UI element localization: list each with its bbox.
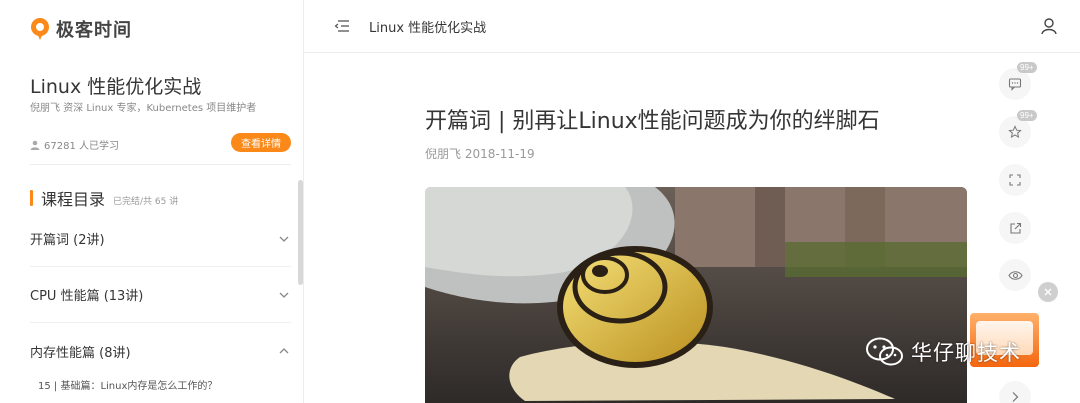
preview-button[interactable] xyxy=(999,259,1031,291)
favorite-button[interactable]: 99+ xyxy=(999,110,1037,148)
toc-status: 已完结/共 65 讲 xyxy=(113,196,179,207)
sidebar-scrollbar[interactable] xyxy=(298,180,303,285)
learner-count-text: 67281 人已学习 xyxy=(44,141,119,152)
chevron-down-icon xyxy=(279,236,289,242)
topbar-title: Linux 性能优化实战 xyxy=(369,21,487,36)
view-details-button[interactable]: 查看详情 xyxy=(231,133,291,152)
app-window: 极客时间 Linux 性能优化实战 倪朋飞 资深 Linux 专家，Kubern… xyxy=(0,0,1080,403)
divider xyxy=(30,164,291,165)
toc-title: 课程目录 xyxy=(41,190,106,209)
fullscreen-button[interactable] xyxy=(999,164,1031,196)
chevron-right-icon xyxy=(1012,392,1019,402)
article-title: 开篇词 | 别再让Linux性能问题成为你的绊脚石 xyxy=(425,109,880,134)
chevron-down-icon xyxy=(279,292,289,298)
collapse-menu-icon[interactable] xyxy=(334,18,350,34)
next-button[interactable] xyxy=(999,381,1031,403)
share-button[interactable] xyxy=(999,212,1031,244)
snail-photo xyxy=(425,187,967,403)
toc-section-memory[interactable]: 内存性能篇 (8讲) xyxy=(30,323,291,379)
wechat-watermark: 华仔聊技术 xyxy=(865,337,1021,367)
course-title: Linux 性能优化实战 xyxy=(30,76,202,98)
toc-section-opening[interactable]: 开篇词 (2讲) xyxy=(30,211,291,267)
comment-count-badge: 99+ xyxy=(1017,62,1037,73)
article-meta: 倪朋飞 2018-11-19 xyxy=(425,145,535,162)
wechat-icon xyxy=(866,337,903,366)
topbar: Linux 性能优化实战 xyxy=(304,0,1080,53)
watermark-text: 华仔聊技术 xyxy=(911,341,1021,365)
lesson-item[interactable]: 15 | 基础篇：Linux内存是怎么工作的？ xyxy=(38,380,268,394)
share-icon xyxy=(1009,222,1021,234)
toc-header: 课程目录 已完结/共 65 讲 xyxy=(30,186,178,210)
learner-count: 67281 人已学习 xyxy=(30,137,119,152)
user-icon[interactable] xyxy=(1040,17,1058,35)
star-icon xyxy=(1008,125,1022,139)
favorite-count-badge: 99+ xyxy=(1017,110,1037,121)
close-promo-button[interactable] xyxy=(1038,282,1058,302)
logo-icon xyxy=(31,18,49,40)
comment-icon xyxy=(1008,78,1022,91)
article-date: 2018-11-19 xyxy=(464,147,535,161)
comment-button[interactable]: 99+ xyxy=(999,62,1037,100)
chevron-up-icon xyxy=(279,348,289,354)
toc-section-cpu[interactable]: CPU 性能篇 (13讲) xyxy=(30,267,291,323)
logo-text: 极客时间 xyxy=(56,20,132,41)
section-label: CPU 性能篇 (13讲) xyxy=(30,289,144,304)
section-label: 开篇词 (2讲) xyxy=(30,233,105,248)
close-icon xyxy=(1044,288,1052,296)
sidebar: 极客时间 Linux 性能优化实战 倪朋飞 资深 Linux 专家，Kubern… xyxy=(0,0,304,403)
article-hero-image xyxy=(425,187,967,403)
user-small-icon xyxy=(30,140,40,150)
course-author: 倪朋飞 资深 Linux 专家，Kubernetes 项目维护者 xyxy=(30,103,257,114)
toc-accent-bar xyxy=(30,190,33,206)
fullscreen-icon xyxy=(1009,174,1021,186)
section-label: 内存性能篇 (8讲) xyxy=(30,345,131,361)
eye-icon xyxy=(1007,270,1023,280)
geekbang-logo[interactable]: 极客时间 xyxy=(30,16,132,42)
article-author: 倪朋飞 xyxy=(425,147,462,161)
